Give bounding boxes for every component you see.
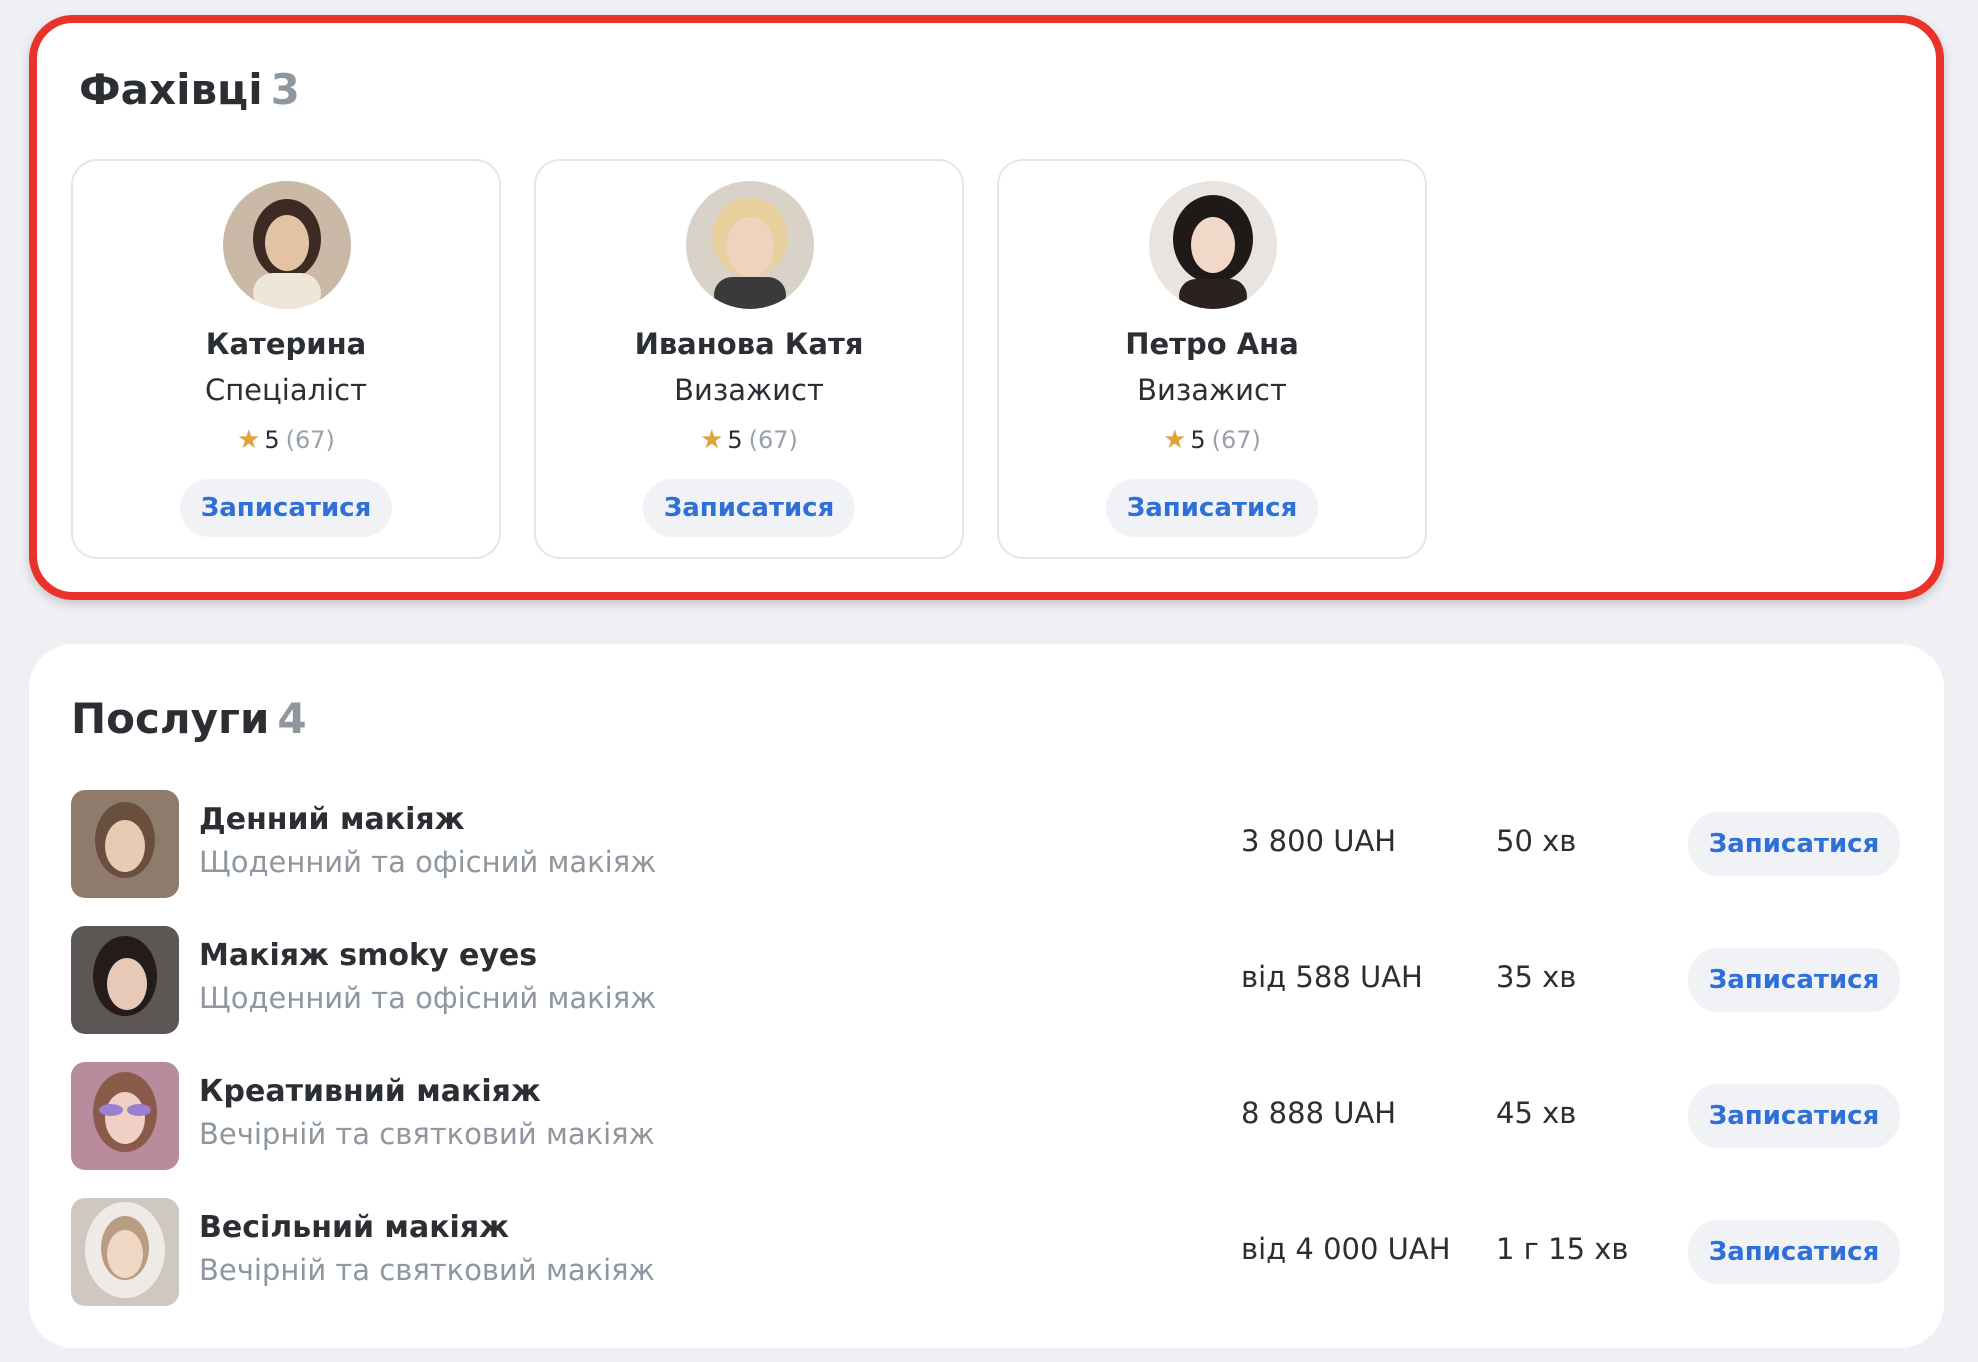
book-service-button[interactable]: Записатися — [1688, 948, 1900, 1012]
rating-value: 5 — [727, 426, 743, 454]
service-name: Макіяж smoky eyes — [199, 938, 538, 973]
reviews-count: (67) — [1211, 426, 1261, 454]
specialist-card[interactable]: Иванова Катя Визажист ★ 5 (67) Записатися — [534, 159, 964, 559]
specialist-name: Петро Ана — [1125, 327, 1299, 361]
service-description: Вечірній та святковий макіяж — [199, 1117, 655, 1151]
service-thumbnail — [71, 1198, 179, 1306]
specialist-role: Визажист — [674, 373, 824, 407]
service-price: від 588 UAH — [1241, 960, 1423, 994]
service-row[interactable]: Денний макіяж Щоденний та офісний макіяж… — [71, 790, 1901, 898]
service-thumbnail — [71, 790, 179, 898]
service-price: 8 888 UAH — [1241, 1096, 1397, 1130]
service-price: 3 800 UAH — [1241, 824, 1397, 858]
specialist-role: Визажист — [1137, 373, 1287, 407]
specialist-rating: ★ 5 (67) — [536, 425, 962, 455]
services-count: 4 — [277, 694, 307, 743]
specialist-avatar — [686, 181, 814, 309]
reviews-count: (67) — [285, 426, 335, 454]
rating-value: 5 — [1190, 426, 1206, 454]
specialist-avatar — [1149, 181, 1277, 309]
book-specialist-button[interactable]: Записатися — [180, 479, 392, 537]
service-duration: 45 хв — [1496, 1096, 1577, 1130]
service-thumbnail — [71, 926, 179, 1034]
specialist-card[interactable]: Петро Ана Визажист ★ 5 (67) Записатися — [997, 159, 1427, 559]
specialist-avatar — [223, 181, 351, 309]
specialist-name: Иванова Катя — [634, 327, 864, 361]
service-price: від 4 000 UAH — [1241, 1232, 1451, 1266]
specialist-rating: ★ 5 (67) — [999, 425, 1425, 455]
book-service-button[interactable]: Записатися — [1688, 1220, 1900, 1284]
reviews-count: (67) — [748, 426, 798, 454]
service-duration: 1 г 15 хв — [1496, 1232, 1629, 1266]
service-name: Весільний макіяж — [199, 1210, 509, 1245]
service-duration: 35 хв — [1496, 960, 1577, 994]
book-service-button[interactable]: Записатися — [1688, 812, 1900, 876]
service-description: Щоденний та офісний макіяж — [199, 981, 657, 1015]
service-duration: 50 хв — [1496, 824, 1577, 858]
service-name: Креативний макіяж — [199, 1074, 541, 1109]
specialists-title-text: Фахівці — [79, 65, 263, 114]
book-specialist-button[interactable]: Записатися — [1106, 479, 1318, 537]
specialist-card[interactable]: Катерина Спеціаліст ★ 5 (67) Записатися — [71, 159, 501, 559]
star-icon: ★ — [700, 425, 724, 455]
book-service-button[interactable]: Записатися — [1688, 1084, 1900, 1148]
specialist-name: Катерина — [205, 327, 367, 361]
star-icon: ★ — [1163, 425, 1187, 455]
service-description: Щоденний та офісний макіяж — [199, 845, 657, 879]
service-row[interactable]: Макіяж smoky eyes Щоденний та офісний ма… — [71, 926, 1901, 1034]
service-thumbnail — [71, 1062, 179, 1170]
services-section: Послуги 4 Денний макіяж Щоденний та офісн… — [29, 644, 1944, 1348]
services-title: Послуги 4 — [71, 694, 307, 743]
service-description: Вечірній та святковий макіяж — [199, 1253, 655, 1287]
service-row[interactable]: Креативний макіяж Вечірній та святковий … — [71, 1062, 1901, 1170]
specialists-title: Фахівці 3 — [79, 65, 300, 114]
specialists-count: 3 — [270, 65, 300, 114]
book-specialist-button[interactable]: Записатися — [643, 479, 855, 537]
specialist-role: Спеціаліст — [204, 373, 368, 407]
service-name: Денний макіяж — [199, 802, 465, 837]
service-row[interactable]: Весільний макіяж Вечірній та святковий м… — [71, 1198, 1901, 1306]
specialists-section: Фахівці 3 Катерина Спеціаліст ★ 5 (67) Запи… — [29, 15, 1944, 600]
star-icon: ★ — [237, 425, 261, 455]
specialist-rating: ★ 5 (67) — [73, 425, 499, 455]
services-title-text: Послуги — [71, 694, 270, 743]
rating-value: 5 — [264, 426, 280, 454]
